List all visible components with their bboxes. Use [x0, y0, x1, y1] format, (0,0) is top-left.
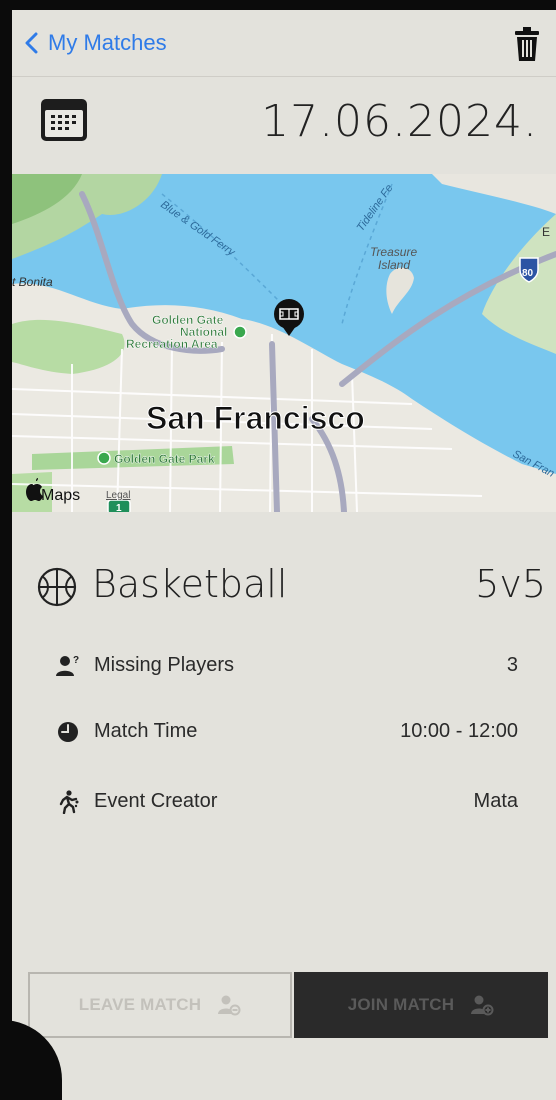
missing-player-icon: ?	[56, 655, 79, 676]
match-date: 17.06.2024.	[261, 96, 538, 147]
detail-value: Mata	[473, 790, 518, 812]
legal-link[interactable]: Legal	[106, 490, 130, 501]
detail-row-match-time: Match Time 10:00 - 12:00	[56, 716, 518, 748]
join-match-button[interactable]: JOIN MATCH	[294, 972, 548, 1038]
detail-label: Missing Players	[94, 654, 235, 676]
join-match-label: JOIN MATCH	[347, 995, 455, 1014]
calendar-icon[interactable]	[40, 98, 88, 142]
map-label-bonita: t Bonita	[12, 275, 53, 289]
runner-icon	[59, 790, 79, 814]
map-label-ggnra-3: Recreation Area	[126, 337, 218, 351]
detail-row-missing-players: ? Missing Players 3	[56, 650, 518, 682]
map-label-treasure-2: Island	[378, 258, 410, 272]
match-location-map[interactable]: Blue & Gold Ferry Tideline Fe Treasure I…	[12, 174, 556, 512]
basketball-icon	[37, 567, 77, 607]
user-remove-icon	[218, 995, 241, 1016]
sport-row: Basketball 5v5	[36, 562, 546, 612]
trash-icon[interactable]	[514, 26, 540, 62]
user-add-icon	[471, 995, 494, 1016]
match-detail-screen: My Matches 17.06.2024. Blue & Gold Ferry…	[12, 10, 556, 1100]
map-label-treasure-1: Treasure	[370, 245, 417, 259]
leave-match-button[interactable]: LEAVE MATCH	[28, 972, 292, 1038]
map-city-label: San Francisco	[146, 400, 365, 436]
detail-label: Event Creator	[94, 790, 218, 812]
map-label-gg-park: Golden Gate Park	[114, 452, 215, 466]
navigation-bar: My Matches	[12, 10, 556, 77]
park-pin-icon	[233, 325, 247, 339]
leave-match-label: LEAVE MATCH	[78, 995, 202, 1014]
map-label-edge: E	[542, 225, 550, 239]
match-format: 5v5	[475, 562, 546, 606]
back-button[interactable]: My Matches	[24, 30, 167, 56]
maps-attribution-label: Maps	[41, 487, 80, 504]
chevron-left-icon	[25, 32, 38, 54]
detail-value: 10:00 - 12:00	[400, 720, 518, 742]
detail-row-event-creator: Event Creator Mata	[56, 786, 518, 818]
detail-value: 3	[506, 654, 518, 676]
gg-park-pin-icon	[97, 451, 111, 465]
back-button-label: My Matches	[48, 30, 167, 55]
shield-80-label: 80	[522, 268, 534, 279]
shield-1-label: 1	[116, 503, 122, 512]
detail-label: Match Time	[94, 720, 198, 742]
svg-text:?: ?	[73, 655, 79, 666]
clock-icon	[58, 722, 78, 742]
sport-name: Basketball	[92, 562, 288, 606]
